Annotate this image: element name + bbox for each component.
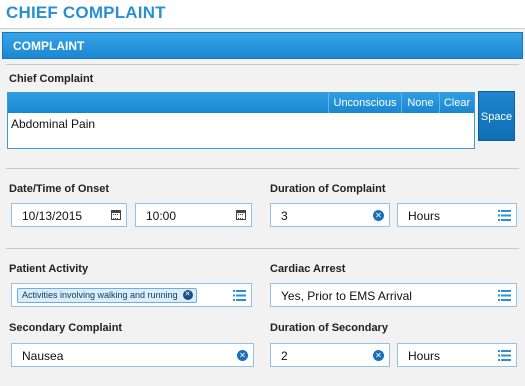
cardiac-arrest-select[interactable]: Yes, Prior to EMS Arrival [270, 283, 517, 307]
onset-time-field[interactable]: 10:00 [135, 203, 252, 227]
clear-icon[interactable]: ✕ [237, 350, 248, 361]
divider [6, 64, 519, 65]
onset-label: Date/Time of Onset [9, 183, 110, 195]
duration-secondary-unit-select[interactable]: Hours [397, 343, 517, 367]
secondary-complaint-value: Nausea [22, 349, 64, 363]
page-title: CHIEF COMPLAINT [6, 3, 166, 22]
divider [6, 168, 519, 169]
cardiac-arrest-value: Yes, Prior to EMS Arrival [281, 289, 412, 303]
duration-complaint-unit: Hours [408, 209, 441, 223]
onset-date-value: 10/13/2015 [22, 209, 83, 223]
onset-date-field[interactable]: 10/13/2015 [11, 203, 127, 227]
clear-icon[interactable]: ✕ [373, 350, 384, 361]
list-icon[interactable] [498, 210, 511, 221]
chief-complaint-editor[interactable]: Unconscious None Clear Abdominal Pain [7, 92, 475, 149]
none-button[interactable]: None [401, 93, 439, 113]
list-icon[interactable] [233, 290, 246, 301]
chief-complaint-text[interactable]: Abdominal Pain [11, 117, 95, 131]
calendar-icon[interactable] [236, 210, 246, 220]
divider [6, 248, 519, 249]
duration-secondary-unit: Hours [408, 349, 441, 363]
calendar-icon[interactable] [111, 210, 121, 220]
remove-tag-icon[interactable]: ✕ [182, 290, 193, 300]
patient-activity-tag-label: Activities involving walking and running [22, 290, 178, 300]
clear-icon[interactable]: ✕ [373, 210, 384, 221]
secondary-complaint-field[interactable]: Nausea ✕ [11, 343, 254, 367]
patient-activity-label: Patient Activity [9, 263, 89, 275]
space-button[interactable]: Space [478, 91, 515, 141]
duration-secondary-label: Duration of Secondary [270, 322, 388, 334]
list-icon[interactable] [498, 350, 511, 361]
duration-complaint-field[interactable]: 3 ✕ [270, 203, 390, 227]
panel-header-title: COMPLAINT [13, 39, 85, 53]
chief-complaint-toolbar: Unconscious None Clear [8, 93, 474, 113]
onset-time-value: 10:00 [146, 209, 177, 223]
duration-complaint-label: Duration of Complaint [270, 183, 386, 195]
panel-header[interactable]: COMPLAINT [2, 32, 523, 59]
cardiac-arrest-label: Cardiac Arrest [270, 263, 346, 275]
duration-secondary-field[interactable]: 2 ✕ [270, 343, 390, 367]
secondary-complaint-label: Secondary Complaint [9, 322, 123, 334]
duration-complaint-unit-select[interactable]: Hours [397, 203, 517, 227]
patient-activity-tag: Activities involving walking and running… [17, 288, 197, 303]
duration-secondary-value: 2 [281, 349, 288, 363]
unconscious-button[interactable]: Unconscious [328, 93, 401, 113]
clear-button[interactable]: Clear [439, 93, 474, 113]
duration-complaint-value: 3 [281, 209, 288, 223]
patient-activity-field[interactable]: Activities involving walking and running… [11, 283, 252, 307]
list-icon[interactable] [498, 290, 511, 301]
chief-complaint-label: Chief Complaint [9, 73, 94, 85]
